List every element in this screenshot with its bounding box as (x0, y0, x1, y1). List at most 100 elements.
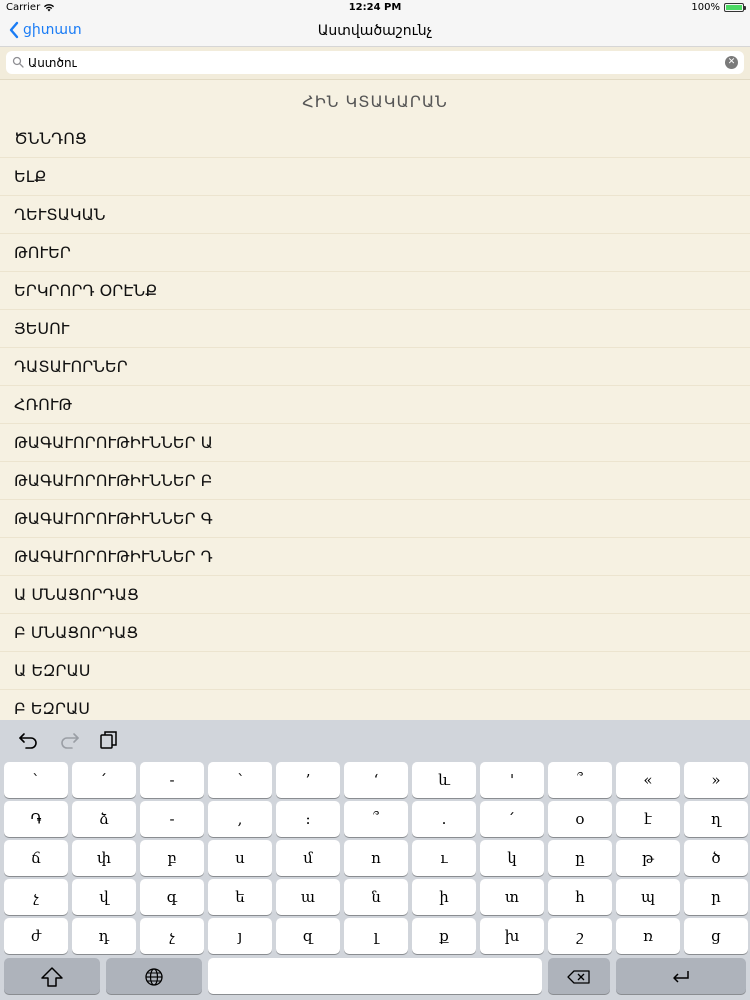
key[interactable]: ը (548, 840, 612, 876)
navigation-bar: ցիտատ Աստվածաշունչ (0, 16, 750, 47)
page-title: Աստվածաշունչ (317, 23, 433, 39)
key[interactable]: ր (684, 879, 748, 915)
key[interactable]: ՞ (548, 762, 612, 798)
book-row[interactable]: ՅԵՍՈՒ (0, 310, 750, 348)
book-row[interactable]: ԵԼՔ (0, 158, 750, 196)
key[interactable]: ե (208, 879, 272, 915)
search-icon (12, 56, 24, 68)
key[interactable]: չ (4, 879, 68, 915)
keyboard-toolbar (0, 720, 750, 760)
key[interactable]: ի (412, 879, 476, 915)
key[interactable]: ճ (4, 840, 68, 876)
book-row[interactable]: Բ ԵԶՐԱՍ (0, 690, 750, 720)
key[interactable]: ՛ (72, 762, 136, 798)
key[interactable]: դ (72, 918, 136, 954)
key[interactable]: ՞ (344, 801, 408, 837)
key[interactable]: է (616, 801, 680, 837)
keyboard-row: ֏ ձ -,: ՞. ՛ օ է ղ (0, 801, 750, 837)
book-row[interactable]: ԹՈՒԵՐ (0, 234, 750, 272)
key[interactable]: ‘ (344, 762, 408, 798)
key[interactable]: գ (140, 879, 204, 915)
key[interactable]: ա (276, 879, 340, 915)
key[interactable]: - (140, 801, 204, 837)
key[interactable]: ձ (72, 801, 136, 837)
keyboard-row: ժդչյզլքխշռց (0, 918, 750, 954)
key[interactable]: բ (140, 840, 204, 876)
key[interactable]: շ (548, 918, 612, 954)
book-row[interactable]: ԹԱԳԱՒՈՐՈՒԹԻՒՆՆԵՐ Բ (0, 462, 750, 500)
book-row[interactable]: ԹԱԳԱՒՈՐՈՒԹԻՒՆՆԵՐ Գ (0, 500, 750, 538)
key[interactable]: օ (548, 801, 612, 837)
key[interactable]: ք (412, 918, 476, 954)
key[interactable]: պ (616, 879, 680, 915)
book-row[interactable]: ՂԵՒՏԱԿԱՆ (0, 196, 750, 234)
key[interactable]: ռ (616, 918, 680, 954)
status-bar: Carrier 12:24 PM 100% (0, 0, 750, 16)
book-row[interactable]: ԹԱԳԱՒՈՐՈՒԹԻՒՆՆԵՐ Դ (0, 538, 750, 576)
battery-percent: 100% (691, 2, 720, 13)
clipboard-icon[interactable] (98, 730, 120, 750)
battery-info: 100% (691, 2, 746, 13)
keyboard-row: չվգեանիտհպր (0, 879, 750, 915)
key[interactable]: ո (344, 840, 408, 876)
key[interactable]: ' (480, 762, 544, 798)
keyboard: ` ՛ - ՝’ ‘և ' ՞ «» ֏ ձ -,: ՞. ՛ օ է ղ ճ փ բ ս մ ո ւ կ ը թ ծ չ վ գ ե ա ն ի… (0, 720, 750, 1000)
clear-search-icon[interactable]: ✕ (725, 56, 738, 69)
key[interactable]: վ (72, 879, 136, 915)
key[interactable]: փ (72, 840, 136, 876)
key[interactable]: ՛ (480, 801, 544, 837)
keyboard-row: ճփբսմուկըթծ (0, 840, 750, 876)
key[interactable]: լ (344, 918, 408, 954)
key[interactable]: : (276, 801, 340, 837)
key[interactable]: ծ (684, 840, 748, 876)
key[interactable]: զ (276, 918, 340, 954)
key[interactable]: չ (140, 918, 204, 954)
key[interactable]: ւ (412, 840, 476, 876)
search-box[interactable]: ✕ (6, 51, 744, 74)
key[interactable]: ՝ (208, 762, 272, 798)
return-icon (673, 971, 689, 983)
search-input[interactable] (28, 53, 708, 72)
key[interactable]: տ (480, 879, 544, 915)
keyboard-bottom-row (0, 958, 750, 994)
key[interactable]: կ (480, 840, 544, 876)
key[interactable]: ֏ (4, 801, 68, 837)
key[interactable]: « (616, 762, 680, 798)
book-row[interactable]: Ա ԵԶՐԱՍ (0, 652, 750, 690)
book-row[interactable]: ԴԱՏԱՒՈՐՆԵՐ (0, 348, 750, 386)
globe-key[interactable] (106, 958, 202, 994)
book-row[interactable]: Ա ՄՆԱՑՈՐԴԱՑ (0, 576, 750, 614)
keyboard-row: ` ՛ - ՝’ ‘և ' ՞ «» (0, 762, 750, 798)
book-row[interactable]: ԵՐԿՐՈՐԴ ՕՐԷՆՔ (0, 272, 750, 310)
key[interactable]: . (412, 801, 476, 837)
key[interactable]: » (684, 762, 748, 798)
book-row[interactable]: ԹԱԳԱՒՈՐՈՒԹԻՒՆՆԵՐ Ա (0, 424, 750, 462)
undo-icon[interactable] (18, 730, 40, 750)
shift-icon (41, 967, 63, 987)
key[interactable]: ` (4, 762, 68, 798)
key[interactable]: մ (276, 840, 340, 876)
key[interactable]: ’ (276, 762, 340, 798)
key[interactable]: յ (208, 918, 272, 954)
key[interactable]: թ (616, 840, 680, 876)
return-key[interactable] (616, 958, 746, 994)
key[interactable]: ս (208, 840, 272, 876)
key[interactable]: - (140, 762, 204, 798)
key[interactable]: ղ (684, 801, 748, 837)
key[interactable]: և (412, 762, 476, 798)
book-row[interactable]: Բ ՄՆԱՑՈՐԴԱՑ (0, 614, 750, 652)
status-time: 12:24 PM (348, 2, 402, 13)
delete-icon (567, 970, 590, 984)
key[interactable]: ց (684, 918, 748, 954)
shift-key[interactable] (4, 958, 100, 994)
book-row[interactable]: ՀՌՈՒԹ (0, 386, 750, 424)
key[interactable]: , (208, 801, 272, 837)
space-key[interactable] (208, 958, 542, 994)
key[interactable]: ն (344, 879, 408, 915)
delete-key[interactable] (548, 958, 610, 994)
redo-icon[interactable] (58, 730, 80, 750)
key[interactable]: հ (548, 879, 612, 915)
book-row[interactable]: ԾՆՆԴՈՑ (0, 120, 750, 158)
key[interactable]: խ (480, 918, 544, 954)
key[interactable]: ժ (4, 918, 68, 954)
